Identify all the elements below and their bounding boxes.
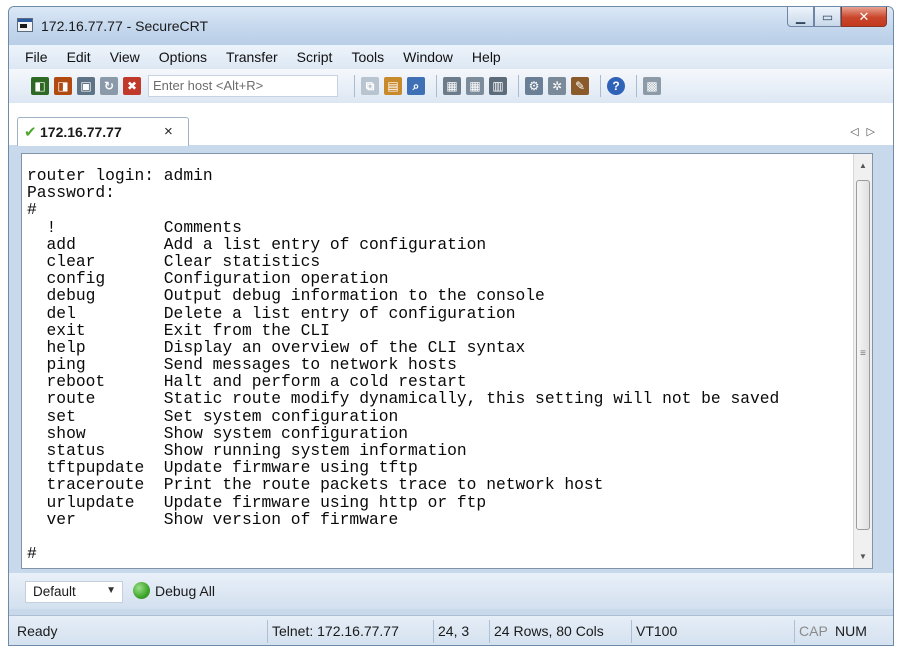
status-connection: Telnet: 172.16.77.77 — [267, 620, 403, 643]
toolbar-separator — [636, 75, 637, 97]
terminal-line: del Delete a list entry of configuration — [27, 303, 516, 323]
menu-view[interactable]: View — [110, 49, 140, 65]
menu-file[interactable]: File — [25, 49, 48, 65]
print-icon[interactable]: ▦ — [443, 77, 461, 95]
button-bar-selector-value: Default — [33, 584, 76, 599]
terminal-line: urlupdate Update firmware using http or … — [27, 492, 487, 512]
status-num-lock: NUM — [835, 623, 867, 639]
quick-connect-icon[interactable]: ◨ — [54, 77, 72, 95]
terminal-line: add Add a list entry of configuration — [27, 234, 487, 254]
status-emulation: VT100 — [631, 620, 681, 643]
toolbar-separator — [436, 75, 437, 97]
minimize-button[interactable]: ▁ — [787, 7, 814, 27]
menu-edit[interactable]: Edit — [67, 49, 91, 65]
terminal-line: show Show system configuration — [27, 423, 409, 443]
terminal-line: traceroute Print the route packets trace… — [27, 475, 604, 495]
button-bar: Default ▼ Debug All — [9, 573, 893, 609]
terminal-line: help Display an overview of the CLI synt… — [27, 337, 526, 357]
toolbar-separator — [600, 75, 601, 97]
tab-close-icon[interactable]: × — [164, 123, 173, 140]
securecrt-window: 172.16.77.77 - SecureCRT ▁ ▭ ✕ File Edit… — [8, 6, 894, 646]
toolbar-separator — [518, 75, 519, 97]
print-setup-icon[interactable]: ▥ — [489, 77, 507, 95]
terminal-screen[interactable]: router login: admin Password: # ! Comments… — [21, 153, 873, 569]
paste-icon[interactable]: ▤ — [384, 77, 402, 95]
debug-all-button[interactable]: Debug All — [155, 583, 215, 599]
terminal-line: ! Comments — [27, 217, 242, 237]
status-cap-lock: CAP — [794, 620, 832, 643]
terminal-line: set Set system configuration — [27, 406, 399, 426]
reconnect-icon[interactable]: ↻ — [100, 77, 118, 95]
scroll-down-icon[interactable]: ▼ — [854, 548, 872, 565]
window-title: 172.16.77.77 - SecureCRT — [41, 18, 209, 34]
connected-check-icon: ✔ — [24, 124, 37, 141]
global-options-icon[interactable]: ✲ — [548, 77, 566, 95]
button-bar-selector[interactable]: Default ▼ — [25, 581, 123, 603]
session-options-icon[interactable]: ⚙ — [525, 77, 543, 95]
toolbar-separator — [354, 75, 355, 97]
menu-window[interactable]: Window — [403, 49, 453, 65]
menu-bar: File Edit View Options Transfer Script T… — [9, 45, 893, 69]
minimize-icon: ▁ — [795, 9, 806, 24]
terminal-line: debug Output debug information to the co… — [27, 286, 545, 306]
maximize-icon: ▭ — [821, 9, 834, 24]
green-circle-icon[interactable] — [133, 582, 150, 599]
terminal-line: exit Exit from the CLI — [27, 320, 330, 340]
terminal-line: route Static route modify dynamically, t… — [27, 389, 780, 409]
terminal-line: Password: — [27, 183, 115, 203]
connect-in-tab-icon[interactable]: ▣ — [77, 77, 95, 95]
status-terminal-size: 24 Rows, 80 Cols — [489, 620, 608, 643]
terminal-line: ping Send messages to network hosts — [27, 355, 457, 375]
terminal-line: clear Clear statistics — [27, 251, 321, 271]
terminal-output: router login: admin Password: # ! Comments… — [27, 166, 780, 564]
menu-options[interactable]: Options — [159, 49, 207, 65]
session-tab-bar: ✔ 172.16.77.77 × ◁▷ — [9, 103, 893, 146]
terminal-line: tftpupdate Update firmware using tftp — [27, 458, 418, 478]
host-input[interactable]: Enter host <Alt+R> — [148, 75, 338, 97]
scroll-up-icon[interactable]: ▲ — [854, 157, 872, 174]
title-bar[interactable]: 172.16.77.77 - SecureCRT ▁ ▭ ✕ — [9, 7, 893, 45]
connect-icon[interactable]: ◧ — [31, 77, 49, 95]
terminal-line: # — [27, 544, 37, 564]
terminal-line: router login: admin — [27, 166, 213, 185]
menu-transfer[interactable]: Transfer — [226, 49, 278, 65]
terminal-line: config Configuration operation — [27, 269, 389, 289]
print-selection-icon[interactable]: ▦ — [466, 77, 484, 95]
status-ready: Ready — [17, 623, 58, 639]
status-bar: Ready Telnet: 172.16.77.77 24, 3 24 Rows… — [9, 615, 893, 645]
help-icon[interactable]: ? — [607, 77, 625, 95]
menu-help[interactable]: Help — [472, 49, 501, 65]
dropdown-caret-icon[interactable]: ▼ — [106, 585, 116, 596]
session-tab[interactable]: ✔ 172.16.77.77 × — [17, 117, 189, 146]
terminal-scrollbar[interactable]: ▲ ≡ ▼ — [853, 154, 872, 568]
menu-tools[interactable]: Tools — [351, 49, 384, 65]
terminal-line: reboot Halt and perform a cold restart — [27, 372, 467, 392]
copy-icon[interactable]: ⧉ — [361, 77, 379, 95]
securecrt-app-icon[interactable] — [17, 18, 33, 32]
status-cursor-position: 24, 3 — [433, 620, 473, 643]
find-icon[interactable]: ⌕ — [407, 77, 425, 95]
window-controls: ▁ ▭ ✕ — [787, 7, 887, 28]
maximize-button[interactable]: ▭ — [814, 7, 841, 27]
toolbar: ◧ ◨ ▣ ↻ ✖ Enter host <Alt+R> ⧉ ▤ ⌕ ▦ ▦ ▥… — [9, 69, 893, 103]
close-button[interactable]: ✕ — [841, 7, 887, 27]
terminal-line: ver Show version of firmware — [27, 509, 399, 529]
terminal-line: status Show running system information — [27, 441, 467, 460]
terminal-line: # — [27, 200, 37, 220]
tab-scroll-arrows[interactable]: ◁▷ — [850, 125, 883, 138]
sftp-icon[interactable]: ▩ — [643, 77, 661, 95]
scrollbar-grip-icon: ≡ — [860, 348, 866, 359]
tab-label: 172.16.77.77 — [40, 124, 122, 140]
close-icon: ✕ — [858, 8, 870, 24]
scrollbar-thumb[interactable]: ≡ — [856, 180, 870, 530]
disconnect-icon[interactable]: ✖ — [123, 77, 141, 95]
menu-script[interactable]: Script — [297, 49, 333, 65]
keymap-icon[interactable]: ✎ — [571, 77, 589, 95]
